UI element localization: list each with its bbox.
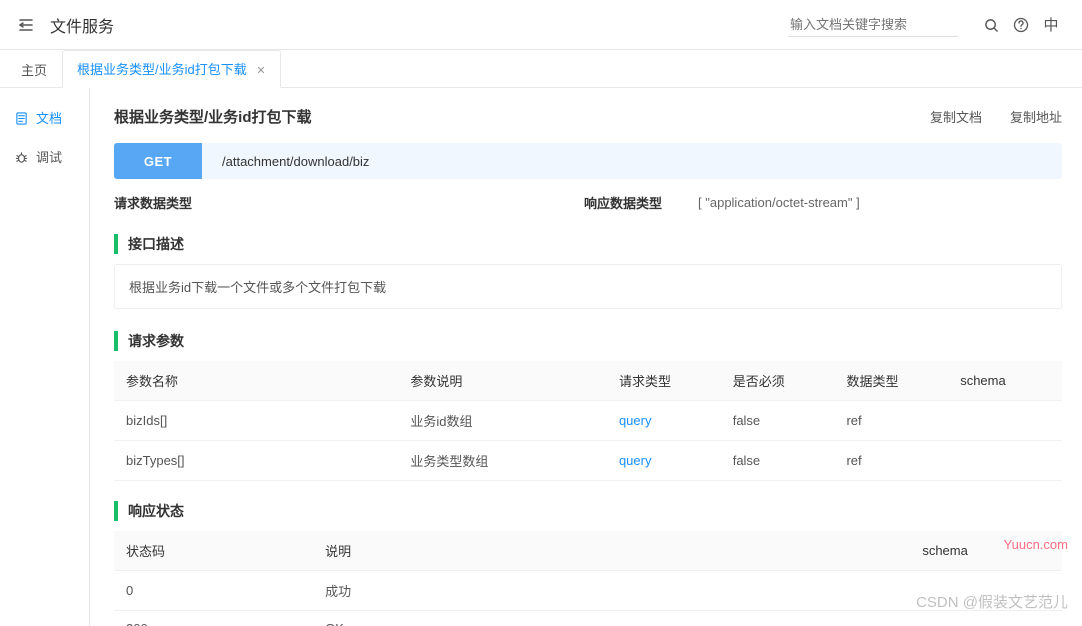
sidenav-debug-label: 调试 bbox=[36, 147, 62, 166]
req-type-label: 请求数据类型 bbox=[114, 196, 192, 211]
bug-icon bbox=[14, 149, 28, 164]
copy-doc-button[interactable]: 复制文档 bbox=[930, 107, 982, 126]
close-icon[interactable]: ✕ bbox=[256, 65, 265, 77]
header: 文件服务 中 bbox=[0, 0, 1082, 50]
section-req-header: 请求参数 bbox=[114, 331, 1062, 351]
th-code: 状态码 bbox=[114, 531, 313, 571]
api-path: /attachment/download/biz bbox=[202, 154, 369, 169]
side-nav: 文档 调试 bbox=[0, 88, 90, 626]
copy-url-button[interactable]: 复制地址 bbox=[1010, 107, 1062, 126]
search-icon[interactable] bbox=[976, 16, 1006, 33]
sidenav-debug[interactable]: 调试 bbox=[0, 137, 89, 176]
table-row: bizIds[]业务id数组queryfalseref bbox=[114, 401, 1062, 441]
api-description: 根据业务id下载一个文件或多个文件打包下载 bbox=[114, 264, 1062, 309]
th-desc: 参数说明 bbox=[398, 361, 607, 401]
resp-type-value: [ "application/octet-stream" ] bbox=[698, 195, 860, 210]
help-icon[interactable] bbox=[1006, 16, 1036, 33]
app-title: 文件服务 bbox=[50, 13, 114, 37]
doc-icon bbox=[14, 110, 28, 125]
tabs-bar: 主页 根据业务类型/业务id打包下载 ✕ bbox=[0, 50, 1082, 88]
table-row: 0成功 bbox=[114, 571, 1062, 611]
http-method-badge: GET bbox=[114, 143, 202, 179]
th-schema: schema bbox=[948, 361, 1062, 401]
lang-button[interactable]: 中 bbox=[1036, 14, 1066, 35]
api-bar: GET /attachment/download/biz bbox=[114, 143, 1062, 179]
tab-active[interactable]: 根据业务类型/业务id打包下载 ✕ bbox=[62, 50, 281, 88]
tab-home[interactable]: 主页 bbox=[6, 51, 62, 88]
section-desc-header: 接口描述 bbox=[114, 234, 1062, 254]
meta-row: 请求数据类型 响应数据类型 [ "application/octet-strea… bbox=[114, 193, 1062, 212]
tab-home-label: 主页 bbox=[21, 63, 47, 78]
request-params-table: 参数名称 参数说明 请求类型 是否必须 数据类型 schema bizIds[]… bbox=[114, 361, 1062, 481]
section-resp-header: 响应状态 bbox=[114, 501, 1062, 521]
search-wrapper bbox=[788, 13, 958, 37]
sidenav-doc[interactable]: 文档 bbox=[0, 98, 89, 137]
menu-collapse-icon[interactable] bbox=[16, 16, 36, 33]
table-row: 200OK bbox=[114, 611, 1062, 626]
th-dtype: 数据类型 bbox=[834, 361, 948, 401]
search-input[interactable] bbox=[788, 13, 958, 36]
sidenav-doc-label: 文档 bbox=[36, 108, 62, 127]
th-rschema: schema bbox=[910, 531, 1062, 571]
table-row: bizTypes[]业务类型数组queryfalseref bbox=[114, 441, 1062, 481]
th-name: 参数名称 bbox=[114, 361, 398, 401]
tab-active-label: 根据业务类型/业务id打包下载 bbox=[77, 62, 247, 77]
th-msg: 说明 bbox=[313, 531, 910, 571]
th-type: 请求类型 bbox=[607, 361, 721, 401]
response-status-table: 状态码 说明 schema 0成功200OK40001会话超时，请重新登录400… bbox=[114, 531, 1062, 626]
page-title: 根据业务类型/业务id打包下载 bbox=[114, 106, 902, 127]
th-req: 是否必须 bbox=[721, 361, 835, 401]
resp-type-label: 响应数据类型 bbox=[584, 193, 662, 212]
content-area: 根据业务类型/业务id打包下载 复制文档 复制地址 GET /attachmen… bbox=[90, 88, 1082, 626]
